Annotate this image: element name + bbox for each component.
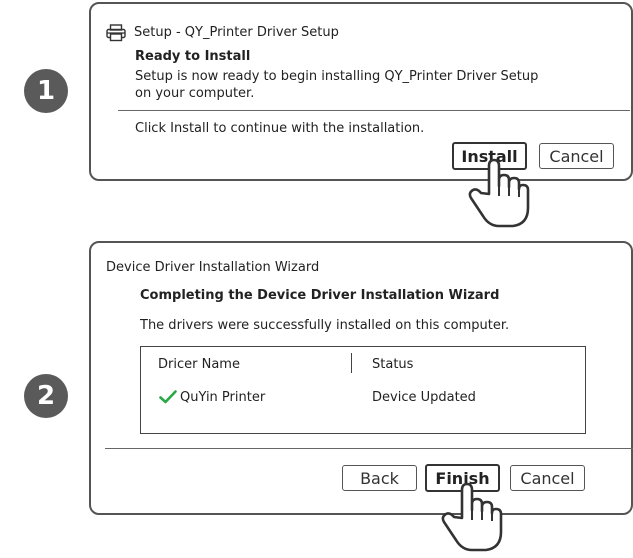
divider [105,448,633,449]
table-row[interactable]: QuYin Printer Device Updated [141,385,585,409]
dialog-description-line-1: Setup is now ready to begin installing Q… [135,69,539,84]
row-driver-name: QuYin Printer [180,390,266,405]
driver-list: Dricer Name Status QuYin Printer Device … [140,346,586,434]
column-header-name[interactable]: Dricer Name [158,357,240,372]
step-1-number: 1 [36,76,56,106]
cancel-button[interactable]: Cancel [510,465,585,491]
checkmark-icon [159,389,177,408]
step-2-badge: 2 [24,374,68,418]
dialog-description-line-2: on your computer. [135,86,255,101]
wizard-heading: Completing the Device Driver Installatio… [140,288,500,303]
dialog-heading: Ready to Install [135,49,251,64]
cancel-button-label: Cancel [520,468,575,488]
cancel-button-label: Cancel [549,146,604,166]
column-header-status[interactable]: Status [372,357,413,372]
window-title: Setup - QY_Printer Driver Setup [134,25,339,40]
cancel-button[interactable]: Cancel [539,143,614,169]
column-separator [351,353,352,373]
back-button-label: Back [360,468,399,488]
setup-dialog: Setup - QY_Printer Driver Setup Ready to… [89,2,633,181]
wizard-dialog: Device Driver Installation Wizard Comple… [89,241,633,515]
back-button[interactable]: Back [342,465,417,491]
hand-pointer-icon [467,158,531,234]
wizard-description: The drivers were successfully installed … [140,318,510,333]
instruction-text: Click Install to continue with the insta… [135,121,425,136]
row-status: Device Updated [372,390,476,405]
divider [118,110,630,111]
step-1-badge: 1 [24,69,68,113]
printer-icon [106,24,126,46]
wizard-window-title: Device Driver Installation Wizard [106,260,320,275]
step-2-number: 2 [36,381,56,411]
hand-pointer-icon [440,482,504,558]
